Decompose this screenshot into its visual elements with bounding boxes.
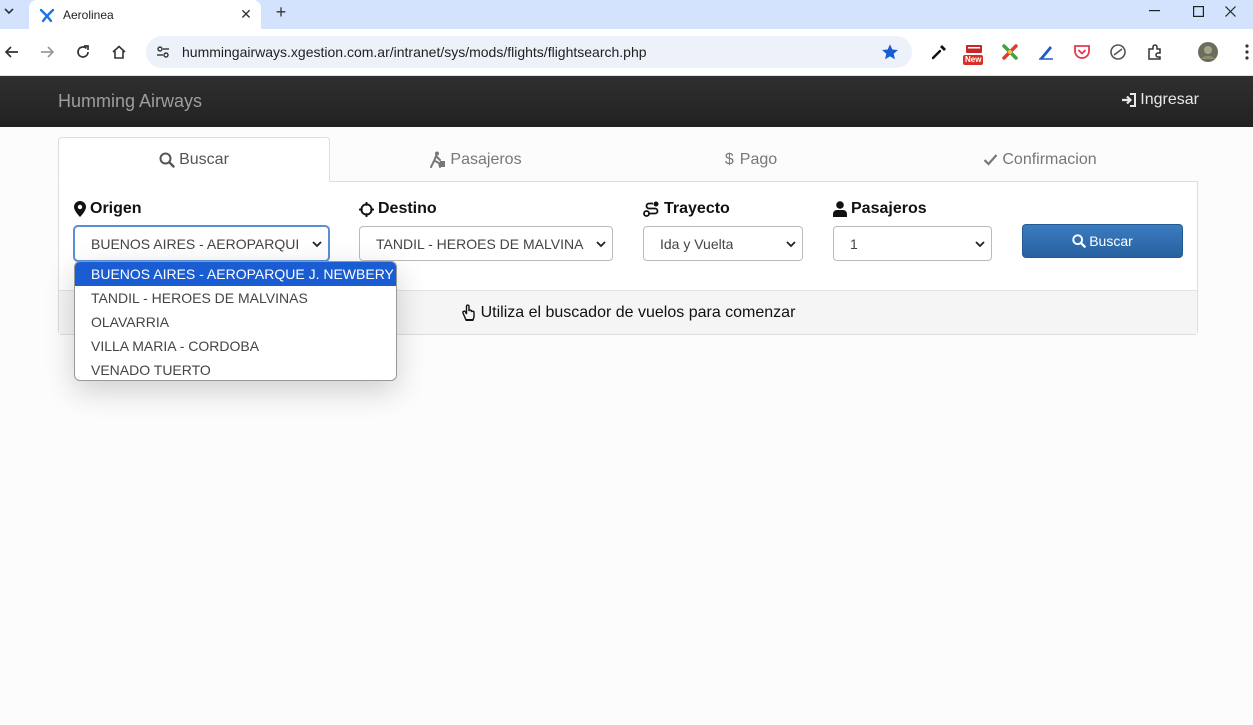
search-flights-button-label: Buscar bbox=[1089, 233, 1133, 249]
close-window-icon[interactable] bbox=[1207, 0, 1253, 22]
browser-tab-strip: Aerolinea ✕ + bbox=[0, 0, 1253, 29]
tab-pago[interactable]: $ Pago bbox=[620, 137, 882, 182]
chevron-down-icon bbox=[974, 238, 986, 250]
puzzle-extension-icon[interactable] bbox=[999, 41, 1021, 63]
pasajeros-label-text: Pasajeros bbox=[851, 200, 927, 217]
search-icon bbox=[1072, 234, 1087, 248]
airplane-favicon-icon bbox=[39, 7, 55, 23]
home-icon[interactable] bbox=[105, 38, 133, 66]
tab-buscar-label: Buscar bbox=[179, 150, 229, 168]
hand-pointer-icon bbox=[461, 304, 475, 321]
origen-select[interactable]: BUENOS AIRES - AEROPARQUI bbox=[74, 226, 329, 261]
url-text: hummingairways.xgestion.com.ar/intranet/… bbox=[182, 44, 647, 60]
origen-label-text: Origen bbox=[90, 200, 142, 217]
browser-tab[interactable]: Aerolinea ✕ bbox=[29, 0, 261, 29]
pasajeros-label: Pasajeros bbox=[833, 200, 927, 218]
check-icon bbox=[984, 154, 998, 166]
app-navbar: Humming Airways Ingresar bbox=[0, 76, 1253, 127]
origen-label: Origen bbox=[74, 200, 142, 218]
blocker-extension-icon[interactable] bbox=[1107, 41, 1129, 63]
new-badge: New bbox=[963, 55, 984, 65]
map-marker-icon bbox=[74, 201, 86, 217]
info-message-text: Utiliza el buscador de vuelos para comen… bbox=[480, 303, 796, 321]
site-info-icon[interactable] bbox=[152, 41, 174, 63]
browser-toolbar: hummingairways.xgestion.com.ar/intranet/… bbox=[0, 29, 1253, 76]
origen-dropdown-list[interactable]: BUENOS AIRES - AEROPARQUE J. NEWBERY TAN… bbox=[74, 261, 397, 381]
minimize-icon[interactable] bbox=[1131, 0, 1177, 22]
address-bar[interactable]: hummingairways.xgestion.com.ar/intranet/… bbox=[146, 36, 912, 68]
trayecto-select-value: Ida y Vuelta bbox=[660, 235, 734, 252]
search-icon bbox=[159, 152, 175, 168]
trayecto-label: Trayecto bbox=[643, 200, 730, 218]
close-tab-icon[interactable]: ✕ bbox=[235, 4, 257, 26]
tab-title: Aerolinea bbox=[63, 7, 114, 22]
chevron-down-icon bbox=[311, 238, 323, 250]
back-icon[interactable] bbox=[0, 38, 26, 66]
user-icon bbox=[833, 201, 847, 217]
tab-pago-label: Pago bbox=[739, 150, 778, 168]
tab-pasajeros[interactable]: Pasajeros bbox=[330, 137, 620, 182]
eyedropper-extension-icon[interactable] bbox=[928, 41, 950, 63]
chevron-down-icon bbox=[595, 238, 607, 250]
origen-option[interactable]: OLAVARRIA bbox=[75, 310, 396, 334]
tab-confirmacion[interactable]: Confirmacion bbox=[882, 137, 1198, 182]
destino-label: Destino bbox=[359, 200, 437, 218]
tab-pasajeros-label: Pasajeros bbox=[450, 150, 522, 168]
trayecto-select[interactable]: Ida y Vuelta bbox=[643, 226, 803, 261]
login-link[interactable]: Ingresar bbox=[1121, 91, 1199, 109]
chevron-down-icon bbox=[785, 238, 797, 250]
wizard-tabs: Buscar Pasajeros $ Pago Confirmacion bbox=[58, 137, 1198, 182]
tab-buscar[interactable]: Buscar bbox=[58, 137, 330, 182]
crosshairs-icon bbox=[359, 201, 374, 217]
trayecto-label-text: Trayecto bbox=[664, 200, 730, 217]
new-tab-icon[interactable]: + bbox=[270, 1, 292, 23]
extensions-puzzle-icon[interactable] bbox=[1144, 41, 1166, 63]
tab-search-chevron-icon[interactable] bbox=[0, 2, 18, 20]
destino-label-text: Destino bbox=[378, 200, 437, 217]
profile-avatar[interactable] bbox=[1197, 41, 1219, 63]
origen-option[interactable]: VENADO TUERTO bbox=[75, 358, 396, 380]
forward-icon[interactable] bbox=[33, 38, 61, 66]
tab-confirmacion-label: Confirmacion bbox=[1002, 150, 1097, 168]
pasajeros-select-value: 1 bbox=[850, 235, 858, 252]
sign-in-icon bbox=[1122, 93, 1137, 107]
pocket-extension-icon[interactable] bbox=[1071, 41, 1093, 63]
origen-option[interactable]: BUENOS AIRES - AEROPARQUE J. NEWBERY bbox=[75, 262, 396, 286]
pasajeros-select[interactable]: 1 bbox=[833, 226, 992, 261]
destino-select-value: TANDIL - HEROES DE MALVINA bbox=[376, 235, 584, 252]
login-label: Ingresar bbox=[1140, 91, 1199, 108]
new-extension-icon[interactable]: New bbox=[963, 41, 985, 65]
luggage-person-icon bbox=[430, 151, 446, 168]
brand-link[interactable]: Humming Airways bbox=[58, 91, 202, 112]
pen-extension-icon[interactable] bbox=[1035, 41, 1057, 63]
origen-select-value: BUENOS AIRES - AEROPARQUI bbox=[91, 235, 300, 252]
bookmark-star-icon[interactable] bbox=[880, 42, 900, 62]
origen-option[interactable]: TANDIL - HEROES DE MALVINAS bbox=[75, 286, 396, 310]
reload-icon[interactable] bbox=[69, 38, 97, 66]
search-flights-button[interactable]: Buscar bbox=[1022, 224, 1183, 258]
destino-select[interactable]: TANDIL - HEROES DE MALVINA bbox=[359, 226, 613, 261]
chrome-menu-icon[interactable] bbox=[1236, 41, 1253, 63]
origen-option[interactable]: VILLA MARIA - CORDOBA bbox=[75, 334, 396, 358]
route-icon bbox=[643, 201, 659, 217]
dollar-icon: $ bbox=[724, 150, 734, 168]
